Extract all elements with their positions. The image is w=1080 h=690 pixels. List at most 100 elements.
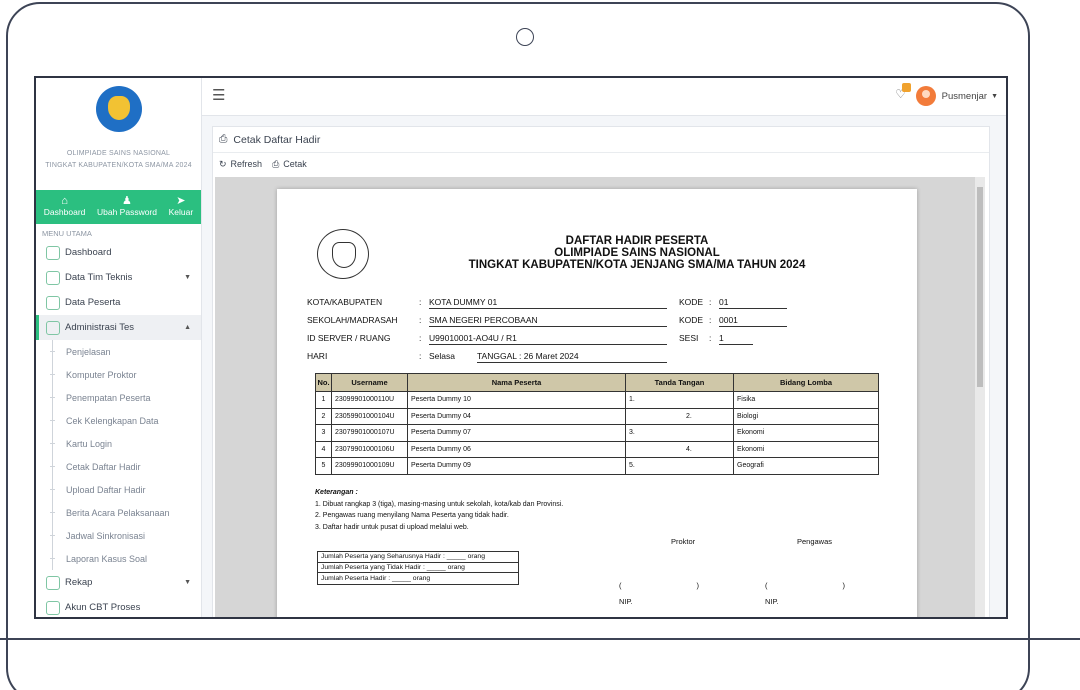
table-row: 2 23059901000104U Peserta Dummy 04 2. Bi…	[315, 407, 879, 425]
col-no: No.	[315, 373, 332, 392]
pdf-viewer[interactable]: DAFTAR HADIR PESERTA OLIMPIADE SAINS NAS…	[215, 177, 985, 617]
brand-line2: TINGKAT KABUPATEN/KOTA SMA/MA 2024	[45, 162, 192, 169]
refresh-button[interactable]: ↻ Refresh	[219, 159, 262, 170]
quick-dashboard-button[interactable]: ⌂ Dashboard	[44, 196, 86, 218]
colon: :	[419, 297, 422, 307]
submenu-penempatan-peserta[interactable]: Penempatan Peserta	[36, 386, 201, 409]
print-button[interactable]: ⎙ Cetak	[272, 159, 307, 170]
hari-label: HARI	[307, 351, 328, 361]
refresh-icon: ↻	[219, 158, 227, 169]
table-header-row: No. Username Nama Peserta Tanda Tangan B…	[315, 373, 879, 392]
proktor-label: Proktor	[671, 537, 696, 546]
cell-ttd: 4.	[625, 440, 734, 458]
table-row: 3 23079901000107U Peserta Dummy 07 3. Ek…	[315, 424, 879, 442]
note-3: 3. Daftar hadir untuk pusat di upload me…	[315, 523, 469, 531]
colon: :	[709, 297, 712, 307]
notification-badge	[902, 83, 912, 92]
sidebar-item-data-tim-teknis[interactable]: Data Tim Teknis ▼	[36, 265, 201, 290]
submenu-jadwal-sinkronisasi[interactable]: Jadwal Sinkronisasi	[36, 524, 201, 547]
col-username: Username	[331, 373, 408, 392]
user-menu[interactable]: Pusmenjar ▼	[915, 86, 998, 106]
brand-line1: OLIMPIADE SAINS NASIONAL	[66, 150, 171, 157]
submenu-kartu-login[interactable]: Kartu Login	[36, 432, 201, 455]
dashboard-icon	[46, 245, 60, 260]
team-icon	[46, 270, 60, 285]
panel-title: ⎙ Cetak Daftar Hadir	[213, 127, 989, 153]
user-name: Pusmenjar	[941, 90, 988, 102]
submenu-cek-kelengkapan-data[interactable]: Cek Kelengkapan Data	[36, 409, 201, 432]
doc-title-line2: OLIMPIADE SAINS NASIONAL	[554, 247, 720, 259]
cell-bidang: Ekonomi	[733, 440, 879, 458]
sidebar-item-dashboard[interactable]: Dashboard	[36, 240, 201, 265]
sesi-value: 1	[719, 333, 753, 345]
monitor-icon	[46, 320, 60, 335]
cell-no: 3	[315, 424, 332, 442]
avatar	[915, 86, 936, 106]
cell-no: 2	[315, 407, 332, 425]
refresh-label: Refresh	[230, 159, 263, 169]
chart-icon	[46, 575, 60, 590]
cell-username: 23059901000104U	[331, 407, 408, 425]
chevron-down-icon: ▼	[184, 274, 191, 281]
sesi-label: SESI	[679, 333, 699, 343]
colon: :	[709, 315, 712, 325]
menu-heading: MENU UTAMA	[42, 229, 92, 238]
cell-bidang: Biologi	[733, 407, 879, 425]
quick-dashboard-label: Dashboard	[43, 207, 86, 217]
cell-bidang: Fisika	[733, 391, 879, 409]
sidebar-item-data-peserta[interactable]: Data Peserta	[36, 290, 201, 315]
table-row: 1 23099901000110U Peserta Dummy 10 1. Fi…	[315, 391, 879, 409]
cell-nama: Peserta Dummy 10	[407, 391, 626, 409]
topbar: ☰ ♡ Pusmenjar ▼	[202, 78, 1006, 116]
summary-present: Jumlah Peserta Hadir : _____ orang	[321, 574, 431, 582]
quick-password-button[interactable]: ♟ Ubah Password	[97, 196, 157, 218]
sidebar-item-label: Dashboard	[65, 247, 112, 258]
proktor-name-blank: ( )	[619, 581, 700, 590]
camera-icon	[516, 28, 534, 46]
cell-username: 23099901000109U	[331, 457, 408, 475]
pengawas-nip: NIP.	[765, 597, 779, 606]
pengawas-name-blank: ( )	[765, 581, 846, 590]
submenu-penjelasan[interactable]: Penjelasan	[36, 340, 201, 363]
submenu-cetak-daftar-hadir[interactable]: Cetak Daftar Hadir	[36, 455, 201, 478]
submenu-upload-daftar-hadir[interactable]: Upload Daftar Hadir	[36, 478, 201, 501]
cell-ttd: 5.	[625, 457, 734, 475]
sidebar-item-label: Administrasi Tes	[65, 322, 134, 333]
quick-actions: ⌂ Dashboard ♟ Ubah Password ➤ Keluar	[36, 190, 201, 224]
hamburger-menu-icon[interactable]: ☰	[212, 86, 225, 104]
panel-toolbar: ↻ Refresh ⎙ Cetak	[213, 153, 989, 175]
submenu-berita-acara[interactable]: Berita Acara Pelaksanaan	[36, 501, 201, 524]
viewer-scrollbar[interactable]	[975, 177, 985, 617]
tanggal-value: TANGGAL : 26 Maret 2024	[477, 351, 667, 363]
sidebar-item-akun-cbt[interactable]: Akun CBT Proses	[36, 595, 201, 617]
notes-heading: Keterangan :	[315, 489, 358, 496]
submenu-komputer-proktor[interactable]: Komputer Proktor	[36, 363, 201, 386]
chevron-down-icon: ▼	[184, 579, 191, 586]
doc-title: DAFTAR HADIR PESERTA OLIMPIADE SAINS NAS…	[377, 235, 897, 271]
summary-absent: Jumlah Peserta yang Tidak Hadir : _____ …	[318, 563, 518, 573]
sidebar: OLIMPIADE SAINS NASIONAL TINGKAT KABUPAT…	[36, 78, 202, 617]
col-ttd: Tanda Tangan	[625, 373, 734, 392]
sidebar-item-rekap[interactable]: Rekap ▼	[36, 570, 201, 595]
pengawas-label: Pengawas	[797, 537, 833, 546]
table-row: 4 23079901000106U Peserta Dummy 06 4. Ek…	[315, 440, 879, 458]
printer-icon: ⎙	[272, 158, 280, 169]
submenu-laporan-kasus-soal[interactable]: Laporan Kasus Soal	[36, 547, 201, 570]
brand: OLIMPIADE SAINS NASIONAL TINGKAT KABUPAT…	[36, 78, 201, 190]
colon: :	[419, 315, 422, 325]
cell-username: 23079901000106U	[331, 440, 408, 458]
quick-logout-button[interactable]: ➤ Keluar	[169, 196, 194, 218]
kode-label: KODE	[679, 297, 704, 307]
cell-ttd: 2.	[625, 407, 734, 425]
scrollbar-thumb[interactable]	[977, 187, 983, 387]
kota-value: KOTA DUMMY 01	[429, 297, 667, 309]
cell-nama: Peserta Dummy 07	[407, 424, 626, 442]
kode-label: KODE	[679, 315, 704, 325]
proktor-nip: NIP.	[619, 597, 633, 606]
doc-title-line1: DAFTAR HADIR PESERTA	[565, 235, 709, 247]
notification-bell-icon[interactable]: ♡	[895, 83, 912, 101]
tut-wuri-logo	[95, 86, 142, 132]
kode2-value: 0001	[719, 315, 787, 327]
hari-value: Selasa	[429, 351, 455, 361]
sidebar-item-administrasi-tes[interactable]: Administrasi Tes ▲	[36, 315, 201, 340]
